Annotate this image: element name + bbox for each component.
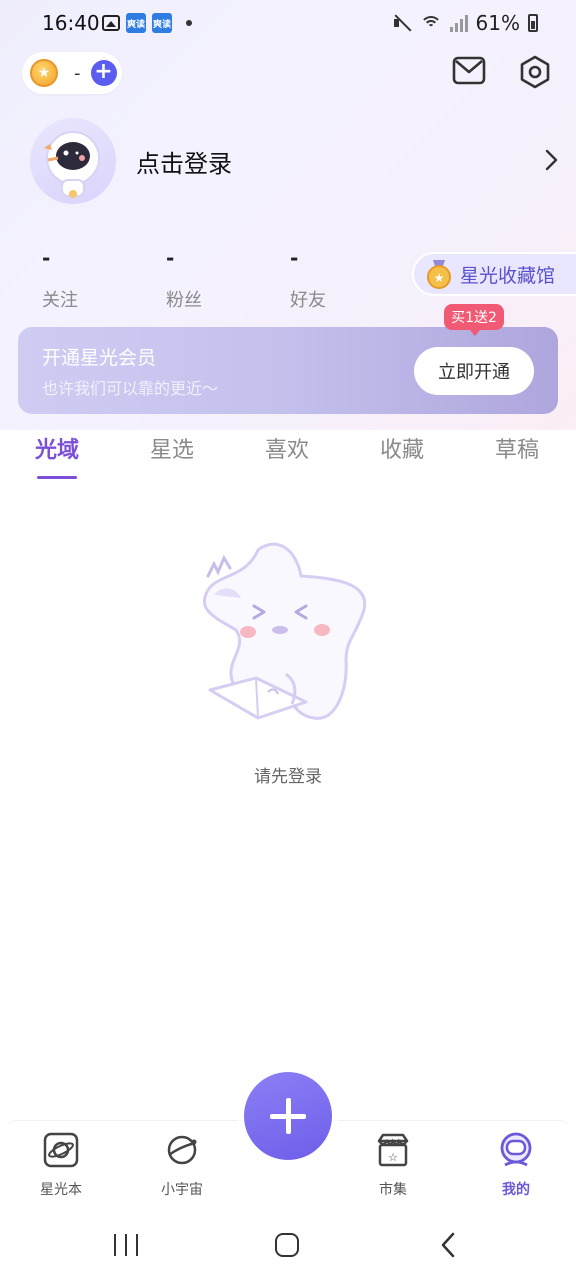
- tab-drafts[interactable]: 草稿: [495, 432, 539, 464]
- nav-item-mine[interactable]: 我的: [476, 1131, 556, 1199]
- tab-favorites[interactable]: 收藏: [380, 432, 424, 464]
- status-notifications: 爽读 爽读: [102, 13, 192, 33]
- svg-text:★: ★: [434, 271, 445, 285]
- open-vip-button[interactable]: 立即开通: [414, 347, 534, 395]
- stat-followers[interactable]: - 粉丝: [166, 246, 246, 312]
- stat-label: 粉丝: [166, 290, 202, 311]
- coin-value: -: [74, 62, 81, 84]
- content-tabs: 光域 星选 喜欢 收藏 草稿: [0, 430, 576, 486]
- create-button[interactable]: [244, 1072, 332, 1160]
- planet-icon: [167, 1135, 197, 1165]
- nav-label: 我的: [502, 1182, 530, 1198]
- mail-icon[interactable]: [452, 55, 486, 87]
- nav-label: 小宇宙: [161, 1182, 203, 1198]
- astronaut-avatar-icon: [44, 131, 100, 198]
- avatar[interactable]: [30, 118, 116, 204]
- settings-icon[interactable]: [518, 55, 552, 89]
- tab-likes[interactable]: 喜欢: [265, 432, 309, 464]
- reader-app-notification-icon: 爽读: [126, 13, 146, 33]
- battery-percentage: 61%: [475, 11, 520, 35]
- status-system-icons: 61%: [392, 11, 538, 35]
- reader-app-notification-icon-2: 爽读: [152, 13, 172, 33]
- vip-subtitle: 也许我们可以靠的更近～: [42, 379, 219, 398]
- nav-item-market[interactable]: ☆ 市集: [353, 1131, 433, 1199]
- stat-following[interactable]: - 关注: [42, 246, 122, 312]
- chevron-right-icon[interactable]: [542, 148, 560, 172]
- status-bar: 16:40 爽读 爽读 61%: [0, 0, 576, 46]
- tab-star-picks[interactable]: 星选: [150, 432, 194, 464]
- tab-light-domain[interactable]: 光域: [35, 432, 79, 464]
- astronaut-icon: [500, 1132, 532, 1167]
- nav-item-universe[interactable]: 小宇宙: [142, 1131, 222, 1199]
- starlight-museum-button[interactable]: ★ 星光收藏馆: [412, 252, 576, 296]
- coin-balance[interactable]: ★ - +: [22, 52, 122, 94]
- system-navigation-bar: [0, 1206, 576, 1280]
- empty-state-message: 请先登录: [254, 767, 322, 787]
- svg-text:☆: ☆: [388, 1151, 398, 1164]
- recent-apps-button[interactable]: [114, 1234, 138, 1256]
- stat-value: -: [290, 246, 299, 270]
- more-notifications-dot: [186, 20, 192, 26]
- stat-label: 关注: [42, 290, 78, 311]
- stat-value: -: [42, 246, 51, 270]
- plus-icon: [270, 1098, 306, 1134]
- wifi-icon: [419, 14, 442, 32]
- museum-label: 星光收藏馆: [460, 264, 556, 287]
- star-mascot-illustration: [202, 542, 367, 720]
- nav-item-starbook[interactable]: 星光本: [21, 1131, 101, 1199]
- stat-friends[interactable]: - 好友: [290, 246, 370, 312]
- home-button[interactable]: [275, 1233, 299, 1257]
- vip-title: 开通星光会员: [42, 347, 157, 369]
- nav-label: 星光本: [40, 1182, 82, 1198]
- medal-icon: ★: [427, 260, 451, 289]
- promo-badge: 买1送2: [444, 304, 504, 336]
- stat-value: -: [166, 246, 175, 270]
- stat-label: 好友: [290, 290, 326, 311]
- signal-icon: [449, 14, 468, 32]
- gallery-notification-icon: [102, 15, 120, 31]
- mute-icon: [392, 14, 412, 32]
- active-tab-indicator: [37, 476, 77, 479]
- nav-label: 市集: [379, 1182, 407, 1198]
- store-icon: ☆: [377, 1133, 409, 1167]
- status-time: 16:40: [42, 11, 100, 35]
- login-prompt[interactable]: 点击登录: [136, 144, 232, 179]
- battery-icon: [528, 14, 538, 32]
- star-coin-icon: ★: [30, 59, 58, 87]
- planet-book-icon: [43, 1132, 79, 1168]
- vip-banner[interactable]: 开通星光会员 也许我们可以靠的更近～ 立即开通: [18, 327, 558, 414]
- add-coin-button[interactable]: +: [90, 60, 117, 86]
- back-icon[interactable]: [440, 1232, 456, 1258]
